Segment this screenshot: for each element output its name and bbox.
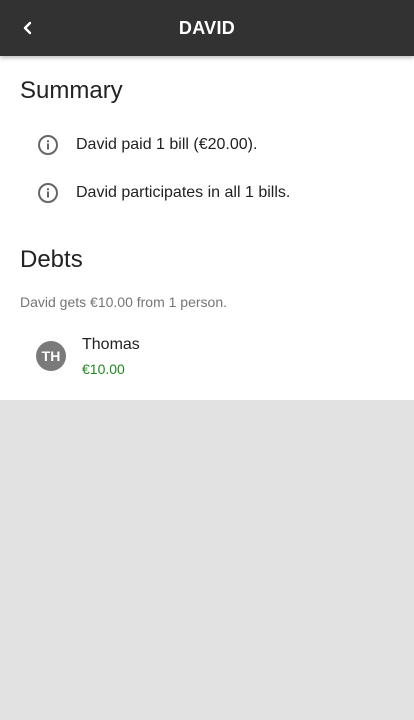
summary-item: David participates in all 1 bills. (36, 181, 290, 205)
info-icon (36, 181, 60, 205)
debt-amount: €10.00 (82, 361, 125, 377)
debt-person-name: Thomas (82, 336, 140, 353)
summary-heading: Summary (20, 77, 123, 104)
summary-item-text: David paid 1 bill (€20.00). (76, 136, 258, 153)
app-root: DAVID Summary David paid 1 bill (€20.00)… (0, 0, 414, 720)
page-title: DAVID (178, 18, 236, 38)
debts-heading: Debts (20, 246, 83, 273)
debt-list-item[interactable]: TH Thomas €10.00 (36, 336, 396, 380)
summary-item: David paid 1 bill (€20.00). (36, 133, 257, 157)
main-content: Summary David paid 1 bill (€20.00). Davi… (0, 56, 414, 400)
info-icon (36, 133, 60, 157)
top-app-bar: DAVID (0, 0, 414, 56)
avatar: TH (36, 341, 66, 371)
summary-item-text: David participates in all 1 bills. (76, 184, 291, 201)
debts-summary-text: David gets €10.00 from 1 person. (20, 294, 228, 310)
